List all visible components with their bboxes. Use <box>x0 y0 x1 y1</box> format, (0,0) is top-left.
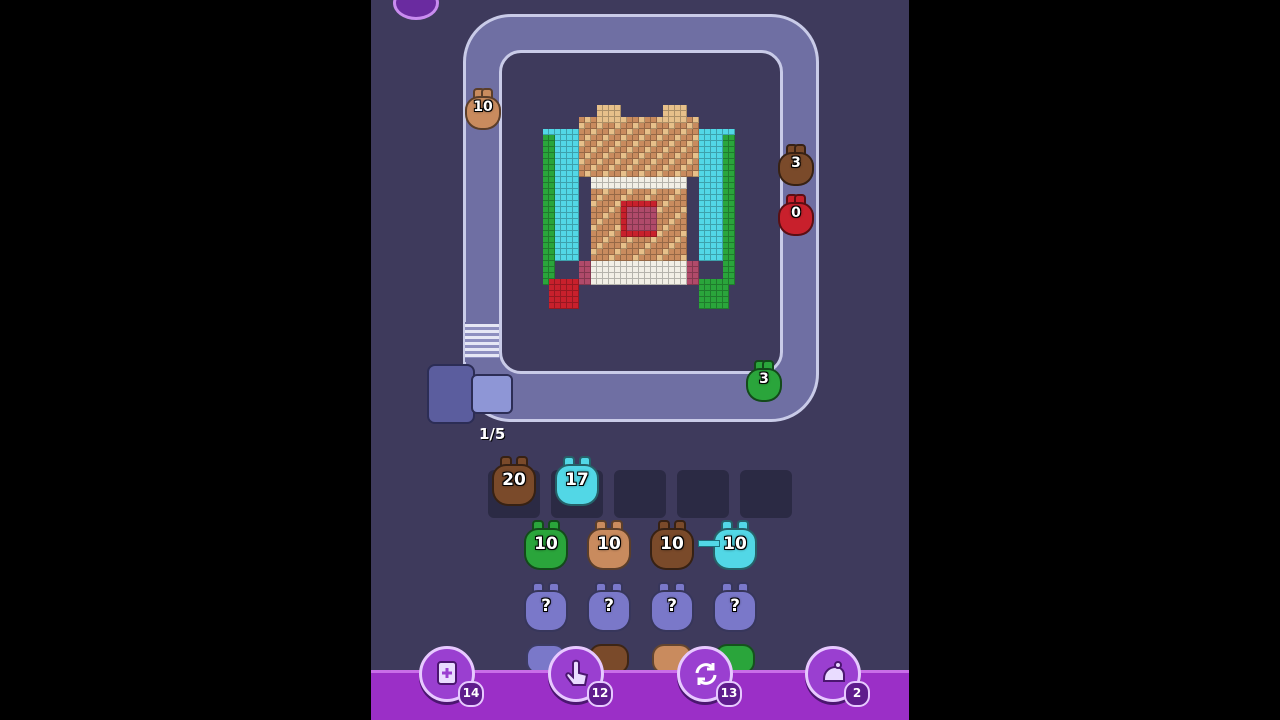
pixel-art-target <box>543 105 739 323</box>
holding-pig[interactable]: 17 <box>555 456 599 506</box>
queue-pig[interactable]: 10 <box>524 520 568 570</box>
pig-ammo-count: 0 <box>791 205 801 221</box>
pig-ammo-count: 10 <box>597 534 621 554</box>
art-pixel <box>723 303 729 309</box>
pig-ammo-count: 10 <box>473 99 493 115</box>
pig-ammo-count: 3 <box>759 371 769 387</box>
hand-pick-button[interactable]: 12 <box>548 646 613 707</box>
dispenser-box <box>427 364 475 424</box>
magnet-button[interactable]: 2 <box>805 646 870 707</box>
pig-link-connector <box>698 540 720 547</box>
powerup-count: 12 <box>587 681 613 707</box>
conveyor-pig: 3 <box>778 144 814 186</box>
powerup-count: 14 <box>458 681 484 707</box>
add-slot-icon <box>434 659 462 689</box>
holding-slot-5[interactable] <box>740 470 792 518</box>
conveyor-pig: 0 <box>778 194 814 236</box>
pig-ammo-count: 10 <box>660 534 684 554</box>
art-pixel <box>729 279 735 285</box>
conveyor-pig: 10 <box>465 88 501 130</box>
queue-pig[interactable]: 10 <box>587 520 631 570</box>
holding-pig[interactable]: 20 <box>492 456 536 506</box>
holding-slot-4[interactable] <box>677 470 729 518</box>
pig-ammo-count: 17 <box>565 470 589 490</box>
pig-ammo-count: ? <box>730 596 740 616</box>
mystery-pig[interactable]: ? <box>587 582 631 632</box>
mystery-pig[interactable]: ? <box>713 582 757 632</box>
pig-ammo-count: 20 <box>502 470 526 490</box>
mystery-pig[interactable]: ? <box>524 582 568 632</box>
queue-pig[interactable]: 10 <box>650 520 694 570</box>
powerup-count: 2 <box>844 681 870 707</box>
holding-slot-3[interactable] <box>614 470 666 518</box>
powerup-count: 13 <box>716 681 742 707</box>
pig-ammo-count: 3 <box>791 155 801 171</box>
magnet-icon <box>820 659 848 689</box>
pig-ammo-count: ? <box>604 596 614 616</box>
conveyor-entry-stripes <box>465 324 499 358</box>
hand-pick-icon <box>563 659 591 689</box>
pig-ammo-count: ? <box>667 596 677 616</box>
pig-dispenser <box>427 362 517 424</box>
pig-ammo-count: 10 <box>534 534 558 554</box>
shuffle-button[interactable]: 13 <box>677 646 742 707</box>
game-board: 1/5 10 3 0 3 20 17 10 10 10 10 ? ? ? ? 1… <box>371 0 909 720</box>
conveyor-pig: 3 <box>746 360 782 402</box>
shuffle-icon <box>692 659 720 689</box>
mystery-pig[interactable]: ? <box>650 582 694 632</box>
dispenser-nozzle <box>471 374 513 414</box>
art-pixel <box>573 303 579 309</box>
level-progress: 1/5 <box>479 425 506 443</box>
add-slot-button[interactable]: 14 <box>419 646 484 707</box>
pig-ammo-count: ? <box>541 596 551 616</box>
top-badge-icon <box>393 0 439 20</box>
